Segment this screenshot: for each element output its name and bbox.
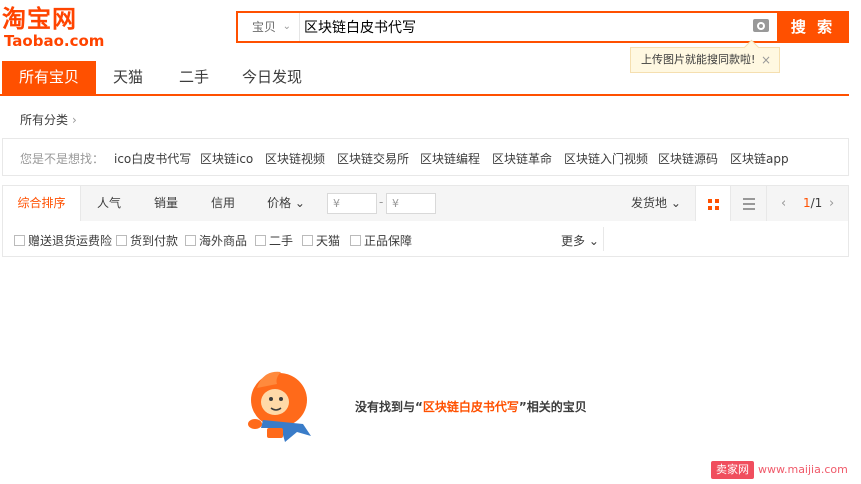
- search-scope-label: 宝贝: [252, 20, 277, 34]
- suggestion-item[interactable]: ico白皮书代写: [114, 150, 191, 167]
- suggestion-item[interactable]: 区块链交易所: [337, 150, 409, 167]
- divider: [603, 227, 604, 251]
- checkbox[interactable]: [116, 235, 127, 246]
- filter-free-return-insurance[interactable]: 赠送退货运费险: [14, 232, 112, 249]
- checkbox[interactable]: [350, 235, 361, 246]
- price-min-input[interactable]: ¥: [327, 193, 377, 214]
- suggestion-item[interactable]: 区块链入门视频: [564, 150, 648, 167]
- tab-second-hand[interactable]: 二手: [166, 61, 222, 94]
- tab-today-discover[interactable]: 今日发现: [234, 61, 310, 94]
- filter-cash-on-delivery[interactable]: 货到付款: [116, 232, 178, 249]
- taobao-mascot-image: [248, 371, 311, 442]
- sort-credit[interactable]: 信用: [201, 186, 245, 221]
- suggestion-item[interactable]: 区块链源码: [658, 150, 718, 167]
- next-page-icon[interactable]: ›: [829, 186, 834, 221]
- suggestion-item[interactable]: 区块链编程: [420, 150, 480, 167]
- search-button[interactable]: 搜 索: [777, 11, 849, 43]
- price-max-input[interactable]: ¥: [386, 193, 436, 214]
- suggestion-bar: 您是不是想找： ico白皮书代写 区块链ico 区块链视频 区块链交易所 区块链…: [2, 138, 849, 176]
- empty-result-message: 没有找到与“区块链白皮书代写”相关的宝贝: [355, 398, 587, 415]
- chevron-right-icon: ›: [72, 113, 77, 127]
- filter-overseas[interactable]: 海外商品: [185, 232, 247, 249]
- empty-text-before: 没有找到与“: [355, 400, 423, 414]
- list-view-icon[interactable]: [731, 186, 767, 221]
- watermark: 卖家网 www.maijia.com: [711, 461, 848, 483]
- filter-tmall[interactable]: 天猫: [302, 232, 340, 249]
- checkbox[interactable]: [14, 235, 25, 246]
- sort-bar: 综合排序 人气 销量 信用 价格 ⌄ ¥ - ¥ 发货地 ⌄ ‹ 1/1 ›: [2, 185, 849, 222]
- checkbox[interactable]: [302, 235, 313, 246]
- suggestion-item[interactable]: 区块链ico: [200, 150, 253, 167]
- total-pages: /1: [810, 196, 823, 210]
- tab-tmall[interactable]: 天猫: [100, 61, 156, 94]
- filter-label: 正品保障: [364, 234, 413, 248]
- filter-label: 天猫: [316, 234, 341, 248]
- suggestion-item[interactable]: 区块链视频: [265, 150, 325, 167]
- prev-page-icon[interactable]: ‹: [781, 186, 786, 221]
- empty-keyword: 区块链白皮书代写: [422, 400, 519, 414]
- search-tabs: 所有宝贝 天猫 二手 今日发现: [0, 61, 849, 96]
- checkbox[interactable]: [255, 235, 266, 246]
- search-box: 宝贝 ⌄: [236, 11, 777, 43]
- filter-second-hand[interactable]: 二手: [255, 232, 293, 249]
- filter-label: 二手: [269, 234, 294, 248]
- filter-label: 赠送退货运费险: [28, 234, 113, 248]
- filter-label: 货到付款: [130, 234, 179, 248]
- checkbox[interactable]: [185, 235, 196, 246]
- price-range-dash: -: [379, 195, 384, 209]
- sort-default[interactable]: 综合排序: [3, 186, 81, 221]
- categories-label: 所有分类: [20, 113, 69, 127]
- tab-all-items[interactable]: 所有宝贝: [2, 61, 96, 94]
- search-input[interactable]: [304, 13, 734, 41]
- sort-sales[interactable]: 销量: [144, 186, 188, 221]
- suggestion-item[interactable]: 区块链革命: [492, 150, 552, 167]
- chevron-down-icon: ⌄: [282, 21, 291, 32]
- suggestion-label: 您是不是想找：: [20, 152, 105, 166]
- logo-cn-text: 淘宝网: [2, 5, 77, 33]
- ship-from-dropdown[interactable]: 发货地 ⌄: [631, 186, 681, 221]
- more-filters-button[interactable]: 更多 ⌄: [561, 232, 599, 249]
- grid-view-icon[interactable]: [695, 186, 731, 221]
- filter-label: 海外商品: [199, 234, 248, 248]
- page-indicator: 1/1: [803, 186, 822, 221]
- sort-popularity[interactable]: 人气: [87, 186, 131, 221]
- sort-price[interactable]: 价格 ⌄: [261, 186, 311, 221]
- all-categories-link[interactable]: 所有分类 ›: [20, 111, 77, 128]
- current-page: 1: [803, 196, 811, 210]
- filter-bar: 赠送退货运费险 货到付款 海外商品 二手 天猫 正品保障 更多 ⌄: [2, 221, 849, 257]
- suggestion-item[interactable]: 区块链app: [730, 150, 789, 167]
- empty-text-after: ”相关的宝贝: [518, 400, 587, 414]
- mini-pager: ‹ 1/1 ›: [773, 186, 849, 221]
- search-scope-select[interactable]: 宝贝 ⌄: [238, 13, 300, 41]
- logo-en-text: Taobao.com: [4, 32, 105, 50]
- filter-genuine[interactable]: 正品保障: [350, 232, 412, 249]
- watermark-url: www.maijia.com: [758, 463, 848, 476]
- watermark-brand: 卖家网: [711, 461, 754, 479]
- camera-icon[interactable]: [753, 19, 769, 32]
- taobao-logo[interactable]: 淘宝网 Taobao.com: [2, 4, 105, 52]
